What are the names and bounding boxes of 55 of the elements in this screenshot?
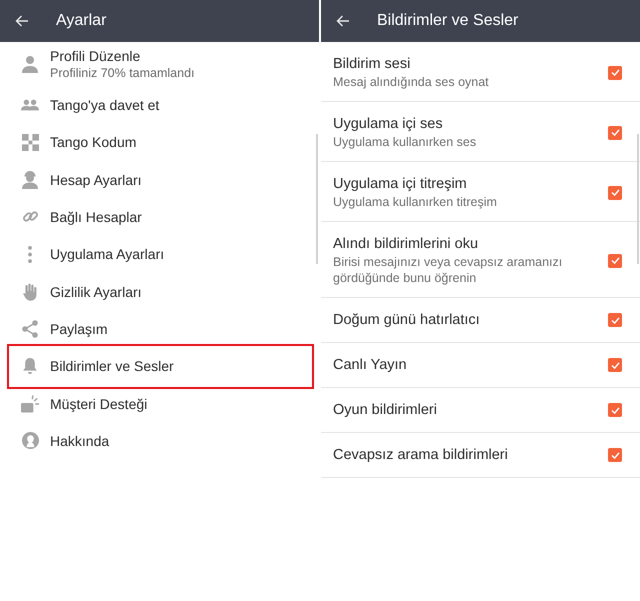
setting-title: Bildirim sesi	[333, 55, 412, 74]
checkmark-icon	[610, 362, 620, 368]
squares-grid-icon	[22, 134, 38, 151]
settings-menu-item[interactable]: Tango Kodum	[0, 124, 319, 161]
setting-title: Canlı Yayın	[333, 356, 408, 374]
settings-menu-item[interactable]: Gizlilik Ayarları	[0, 272, 319, 310]
settings-menu-item[interactable]: Müşteri Desteği	[0, 384, 319, 422]
checkbox[interactable]	[608, 313, 622, 327]
checkmark-icon	[610, 129, 620, 136]
setting-description: Birisi mesajınızı veya cevapsız aramanızı gördüğünde bunu öğrenin	[333, 254, 564, 286]
checkmark-icon	[610, 189, 620, 196]
back-arrow-icon[interactable]	[336, 15, 350, 27]
settings-menu-item[interactable]: Bağlı Hesaplar	[0, 198, 319, 236]
screen-title: Ayarlar	[56, 11, 106, 31]
settings-menu-item[interactable]: Profili Düzenle Profiliniz 70% tamamlandı	[0, 42, 319, 86]
setting-description: Mesaj alındığında ses oynat	[333, 74, 490, 90]
setting-title: Cevapsız arama bildirimleri	[333, 446, 509, 464]
hand-icon	[23, 282, 37, 301]
checkbox[interactable]	[608, 403, 622, 417]
checkbox[interactable]	[608, 66, 622, 80]
checkmark-icon	[610, 69, 620, 76]
share-icon	[22, 320, 38, 338]
settings-menu-item[interactable]: Hesap Ayarları	[0, 160, 319, 198]
scrollbar-thumb[interactable]	[637, 134, 639, 264]
setting-title: Uygulama içi ses	[333, 115, 444, 134]
setting-title: Doğum günü hatırlatıcı	[333, 310, 481, 330]
checkbox[interactable]	[608, 186, 622, 200]
checkbox[interactable]	[608, 448, 622, 462]
two-people-icon	[21, 98, 39, 111]
scrollbar-thumb[interactable]	[316, 134, 318, 264]
person-icon	[22, 56, 38, 73]
checkmark-icon	[610, 316, 620, 324]
checkmark-icon	[610, 452, 620, 458]
setting-description: Uygulama kullanırken titreşim	[333, 194, 498, 210]
setting-description: Uygulama kullanırken ses	[333, 134, 478, 150]
screen-title: Bildirimler ve Sesler	[377, 11, 518, 31]
checkmark-icon	[610, 257, 620, 264]
settings-menu-item[interactable]: Hakkında	[0, 422, 319, 460]
back-arrow-icon[interactable]	[15, 15, 29, 27]
setting-title: Alındı bildirimlerini oku	[333, 235, 480, 254]
bell-icon	[23, 358, 37, 374]
checkbox[interactable]	[608, 126, 622, 140]
settings-menu-item[interactable]: Uygulama Ayarları	[0, 236, 319, 273]
vertical-dots-icon	[28, 246, 32, 263]
settings-menu-item[interactable]: Bildirimler ve Sesler	[0, 348, 319, 385]
settings-menu-item[interactable]: Paylaşım	[0, 310, 319, 348]
checkmark-icon	[610, 406, 620, 414]
settings-menu-item[interactable]: Tango'ya davet et	[0, 86, 319, 124]
checkbox[interactable]	[608, 358, 622, 372]
user-icon	[22, 170, 38, 189]
monitor-with-rays-icon	[21, 394, 39, 413]
checkbox[interactable]	[608, 254, 622, 268]
profile-circle-icon	[22, 432, 38, 450]
setting-title: Uygulama içi titreşim	[333, 175, 468, 194]
setting-title: Oyun bildirimleri	[333, 400, 438, 420]
